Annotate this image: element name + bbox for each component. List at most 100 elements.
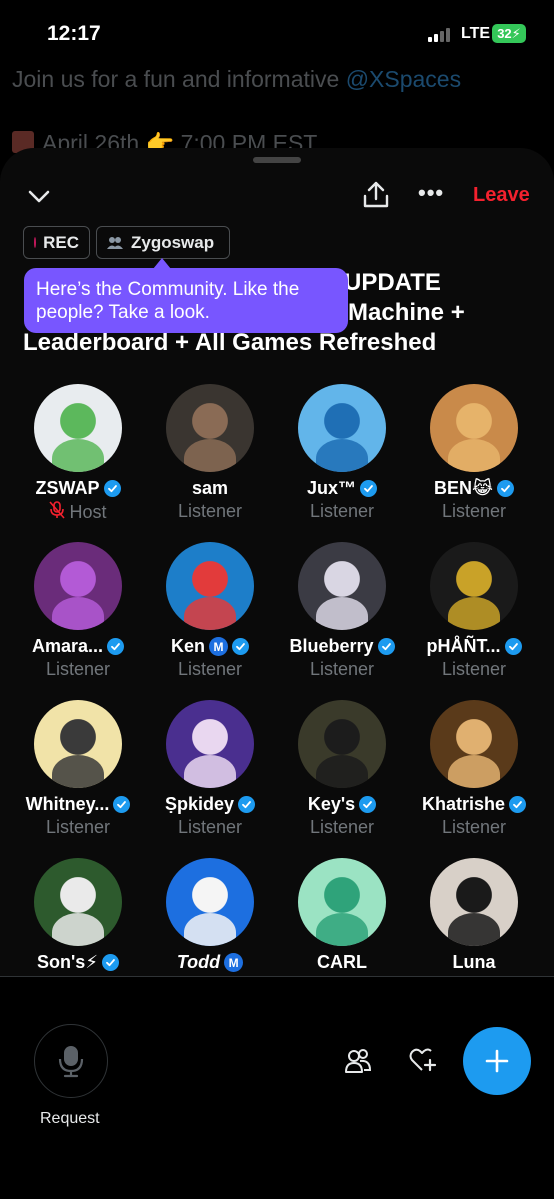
woman-icon[interactable] — [34, 542, 122, 630]
community-label: Zygoswap — [131, 232, 215, 252]
participant-name-row: Amara... — [12, 636, 144, 657]
participant-name: Son's⚡ — [37, 952, 98, 972]
participant-card[interactable]: BEN😹 Listener — [408, 384, 540, 522]
participant-card[interactable]: Ken M Listener — [144, 542, 276, 680]
mention-link: @XSpaces — [345, 66, 462, 92]
frog-icon[interactable] — [34, 384, 122, 472]
verified-badge-icon — [360, 480, 378, 497]
more-icon[interactable]: ••• — [418, 182, 444, 204]
participant-role: Listener — [441, 817, 507, 837]
status-time: 12:17 — [47, 22, 101, 45]
masked-man-icon[interactable] — [34, 858, 122, 946]
participant-card[interactable]: ZSWAP Host — [12, 384, 144, 524]
compose-button[interactable] — [463, 1027, 531, 1095]
cartoon-man-icon[interactable] — [166, 858, 254, 946]
status-bar: 12:17 LTE 32 ⚡ — [0, 0, 554, 60]
mask-icon[interactable] — [166, 542, 254, 630]
people-icon — [107, 236, 123, 249]
plus-icon — [485, 1049, 509, 1073]
chevron-down-icon[interactable] — [26, 184, 52, 210]
participant-card[interactable]: Key's Listener — [276, 700, 408, 838]
participant-role-row: Host — [12, 501, 144, 524]
participant-role: Listener — [177, 501, 243, 521]
verified-badge-icon — [101, 954, 119, 971]
sketch-woman-icon[interactable] — [34, 700, 122, 788]
participant-name: Khatrishe — [421, 794, 506, 814]
mic-muted-icon — [49, 501, 66, 524]
alien-icon[interactable] — [298, 858, 386, 946]
participant-name-row: Ṣpkidey — [144, 794, 276, 815]
participant-role-row: Listener — [276, 501, 408, 522]
participant-card[interactable]: Khatrishe Listener — [408, 700, 540, 838]
person-photo-icon[interactable] — [166, 384, 254, 472]
tweet-text: Join us for a fun and informative — [12, 66, 346, 92]
community-badge-icon: M — [224, 953, 244, 972]
verified-badge-icon — [232, 638, 249, 655]
pixel-character-icon[interactable] — [298, 384, 386, 472]
participant-role: Listener — [309, 501, 375, 521]
participant-name-row: BEN😹 — [408, 478, 540, 499]
participant-card[interactable]: Amara... Listener — [12, 542, 144, 680]
people-icon[interactable] — [344, 1048, 372, 1074]
participant-name-row: Son's⚡ — [12, 952, 144, 973]
participant-role: Listener — [441, 659, 507, 679]
participant-role: Listener — [309, 817, 375, 837]
verified-badge-icon — [103, 480, 121, 497]
participant-role-row: Listener — [276, 659, 408, 680]
community-button[interactable]: Zygoswap — [96, 226, 230, 259]
cartoon-woman-icon[interactable] — [430, 700, 518, 788]
participant-card[interactable]: Ṣpkidey Listener — [144, 700, 276, 838]
title-line-1: UPDATE — [344, 269, 441, 296]
participant-role-row: Listener — [276, 817, 408, 838]
participant-name: Jux™ — [306, 478, 357, 498]
participant-name-row: Luna — [408, 952, 540, 973]
participant-name: Key's — [307, 794, 356, 814]
background-tweet-line1: Join us for a fun and informative @XSpac… — [12, 64, 552, 94]
participant-name: Whitney... — [25, 794, 110, 814]
participant-role-row: Listener — [408, 817, 540, 838]
verified-badge-icon — [359, 796, 377, 813]
participant-card[interactable]: pHÅÑT... Listener — [408, 542, 540, 680]
participant-card[interactable]: Jux™ Listener — [276, 384, 408, 522]
request-mic-button[interactable] — [34, 1024, 108, 1098]
drag-handle[interactable] — [253, 157, 301, 163]
cat-icon[interactable] — [430, 384, 518, 472]
share-icon[interactable] — [362, 180, 390, 210]
verified-badge-icon — [504, 638, 522, 655]
participant-name-row: Jux™ — [276, 478, 408, 499]
battery-icon: 32 ⚡ — [492, 24, 526, 43]
leave-button[interactable]: Leave — [473, 184, 530, 207]
participant-name-row: ZSWAP — [12, 478, 144, 499]
participant-name-row: Key's — [276, 794, 408, 815]
rec-dot-icon — [34, 237, 37, 248]
background-tweet: Join us for a fun and informative @XSpac… — [12, 64, 552, 156]
participant-name: Amara... — [31, 636, 104, 656]
gold-mask-icon[interactable] — [430, 542, 518, 630]
participant-role: Listener — [177, 817, 243, 837]
verified-badge-icon — [113, 796, 131, 813]
title-line-2: Machine + — [348, 299, 465, 326]
participant-name-row: sam — [144, 478, 276, 499]
participant-card[interactable]: Blueberry Listener — [276, 542, 408, 680]
participant-name-row: Whitney... — [12, 794, 144, 815]
character-icon[interactable] — [166, 700, 254, 788]
participant-name: Ṣpkidey — [164, 794, 235, 814]
network-label: LTE — [461, 25, 491, 42]
community-tooltip[interactable]: Here’s the Community. Like the people? T… — [24, 268, 348, 333]
girl-photo-icon[interactable] — [430, 858, 518, 946]
participant-role-row: Listener — [12, 659, 144, 680]
anime-girl-icon[interactable] — [298, 542, 386, 630]
ninja-icon[interactable] — [298, 700, 386, 788]
participant-name: pHÅÑT... — [426, 636, 501, 656]
participant-name: BEN😹 — [433, 478, 494, 498]
participant-role-row: Listener — [144, 817, 276, 838]
rec-badge: REC — [23, 226, 90, 259]
community-badge-icon: M — [209, 637, 228, 656]
participant-role-row: Listener — [408, 501, 540, 522]
participant-card[interactable]: Whitney... Listener — [12, 700, 144, 838]
verified-badge-icon — [377, 638, 395, 655]
participant-name: Todd — [176, 952, 221, 972]
participant-card[interactable]: sam Listener — [144, 384, 276, 522]
participant-name-row: pHÅÑT... — [408, 636, 540, 657]
heart-add-icon[interactable] — [409, 1047, 437, 1073]
